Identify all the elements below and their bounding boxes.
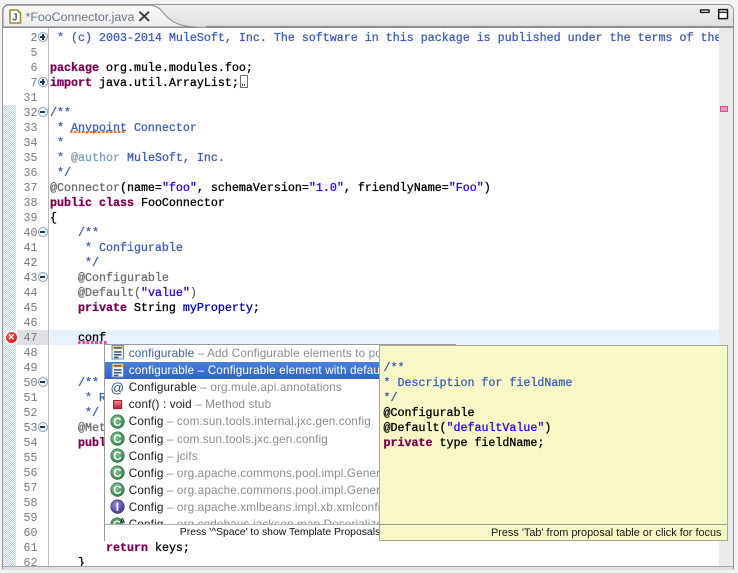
svg-text:A: A [120, 516, 125, 524]
svg-text:I: I [116, 502, 119, 514]
svg-text:C: C [113, 451, 121, 463]
svg-text:C: C [113, 485, 121, 497]
svg-text:C: C [113, 434, 121, 446]
svg-text:J: J [12, 12, 18, 23]
svg-text:@: @ [111, 380, 125, 395]
svg-text:C: C [113, 417, 121, 429]
svg-text:C: C [113, 468, 121, 480]
